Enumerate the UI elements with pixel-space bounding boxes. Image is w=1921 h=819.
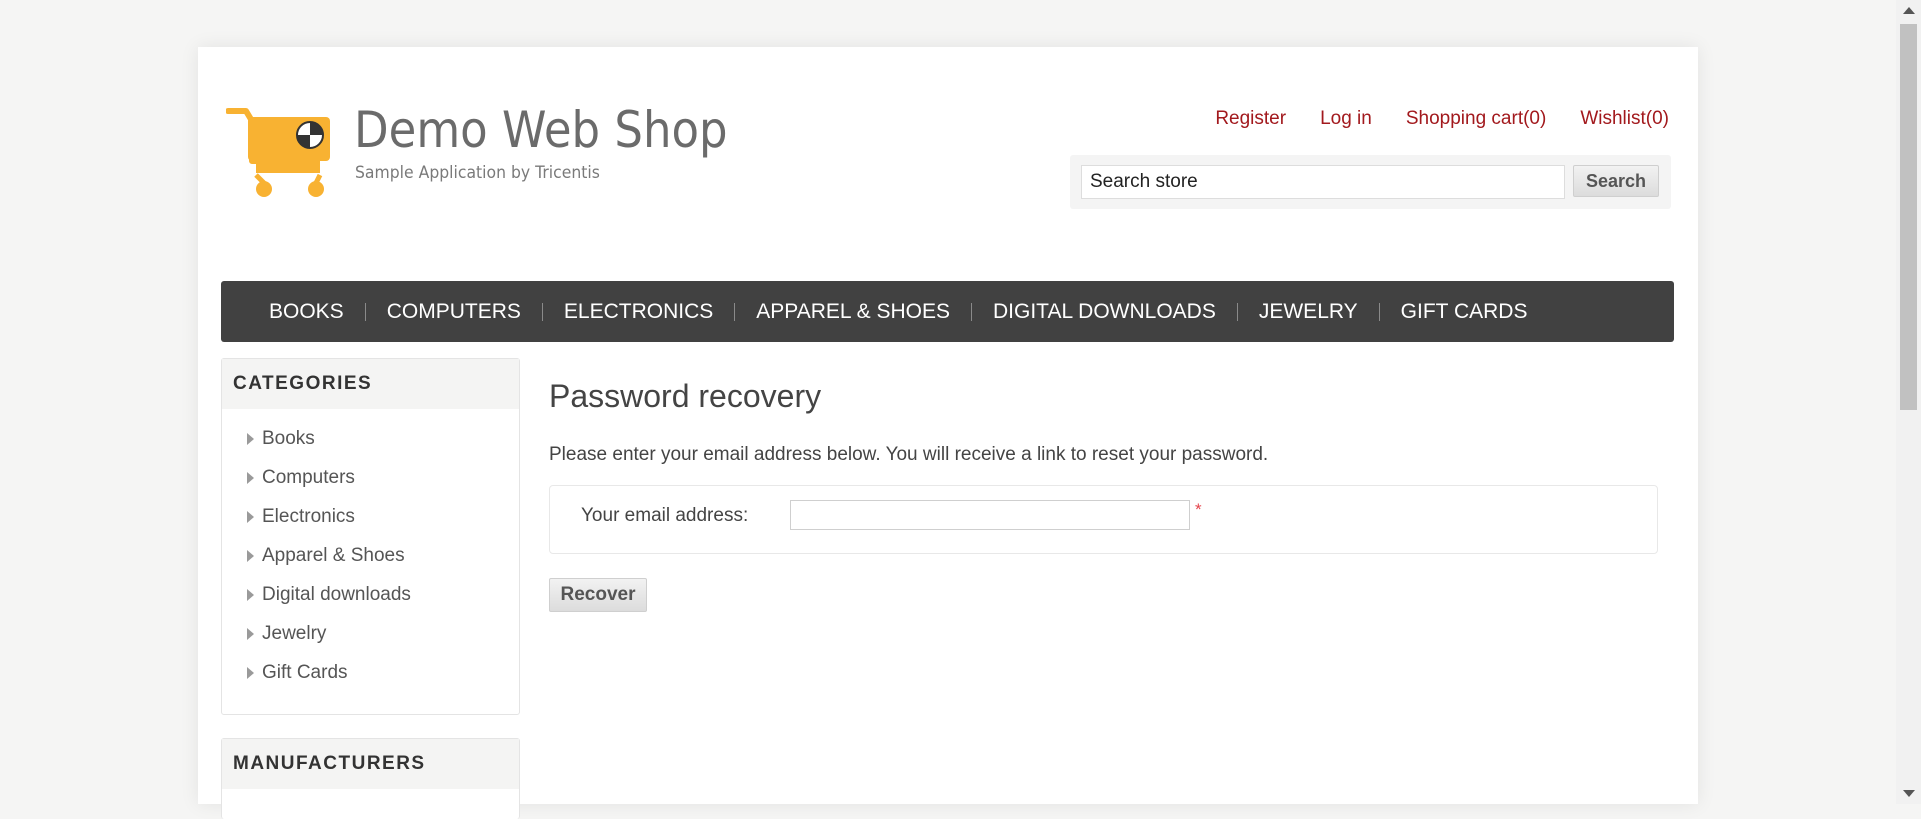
site-title[interactable]: Demo Web Shop (354, 101, 728, 159)
triangle-right-icon (247, 472, 254, 484)
menu-item-digital-downloads[interactable]: DIGITAL DOWNLOADS (972, 300, 1237, 324)
triangle-right-icon (247, 433, 254, 445)
manufacturers-block: MANUFACTURERS (221, 738, 520, 819)
page-description: Please enter your email address below. Y… (549, 444, 1269, 465)
top-menu: BOOKS COMPUTERS ELECTRONICS APPAREL & SH… (221, 281, 1674, 342)
category-label: Computers (262, 467, 355, 488)
category-jewelry[interactable]: Jewelry (222, 614, 519, 653)
register-link[interactable]: Register (1215, 108, 1286, 130)
email-label: Your email address: (581, 505, 749, 526)
category-label: Apparel & Shoes (262, 545, 405, 566)
search-button[interactable]: Search (1573, 165, 1659, 197)
menu-item-computers[interactable]: COMPUTERS (366, 300, 542, 324)
categories-block: CATEGORIES Books Computers Electronics A… (221, 358, 520, 715)
scrollbar-thumb[interactable] (1900, 24, 1917, 410)
triangle-right-icon (247, 628, 254, 640)
categories-title: CATEGORIES (222, 359, 519, 409)
search-input[interactable] (1081, 165, 1565, 199)
categories-list: Books Computers Electronics Apparel & Sh… (222, 409, 519, 700)
triangle-right-icon (247, 550, 254, 562)
scroll-down-arrow-icon[interactable] (1903, 790, 1915, 797)
category-label: Electronics (262, 506, 355, 527)
page-title: Password recovery (549, 378, 822, 414)
manufacturers-title: MANUFACTURERS (222, 739, 519, 789)
email-input[interactable] (790, 500, 1190, 530)
category-label: Books (262, 428, 315, 449)
email-form: Your email address: * (549, 485, 1658, 554)
category-apparel-shoes[interactable]: Apparel & Shoes (222, 536, 519, 575)
menu-item-apparel-shoes[interactable]: APPAREL & SHOES (735, 300, 971, 324)
site-subtitle: Sample Application by Tricentis (355, 163, 600, 183)
triangle-right-icon (247, 511, 254, 523)
menu-item-books[interactable]: BOOKS (248, 300, 365, 324)
shopping-cart-link[interactable]: Shopping cart(0) (1406, 108, 1546, 130)
scroll-up-arrow-icon[interactable] (1903, 7, 1915, 14)
header-links: Register Log in Shopping cart(0) Wishlis… (1215, 108, 1669, 130)
category-computers[interactable]: Computers (222, 458, 519, 497)
menu-item-gift-cards[interactable]: GIFT CARDS (1380, 300, 1549, 324)
required-mark: * (1195, 500, 1202, 519)
menu-item-electronics[interactable]: ELECTRONICS (543, 300, 734, 324)
page-container: Demo Web Shop Sample Application by Tric… (198, 47, 1698, 819)
vertical-scrollbar[interactable] (1896, 0, 1921, 804)
wishlist-link[interactable]: Wishlist(0) (1580, 108, 1669, 130)
recover-button[interactable]: Recover (549, 578, 647, 612)
category-label: Digital downloads (262, 584, 411, 605)
triangle-right-icon (247, 589, 254, 601)
category-label: Jewelry (262, 623, 327, 644)
menu-item-jewelry[interactable]: JEWELRY (1238, 300, 1379, 324)
shopping-cart-logo-icon[interactable] (226, 105, 334, 201)
category-digital-downloads[interactable]: Digital downloads (222, 575, 519, 614)
category-books[interactable]: Books (222, 419, 519, 458)
category-label: Gift Cards (262, 662, 348, 683)
category-electronics[interactable]: Electronics (222, 497, 519, 536)
triangle-right-icon (247, 667, 254, 679)
search-box: Search (1070, 155, 1671, 209)
login-link[interactable]: Log in (1320, 108, 1372, 130)
category-gift-cards[interactable]: Gift Cards (222, 653, 519, 692)
